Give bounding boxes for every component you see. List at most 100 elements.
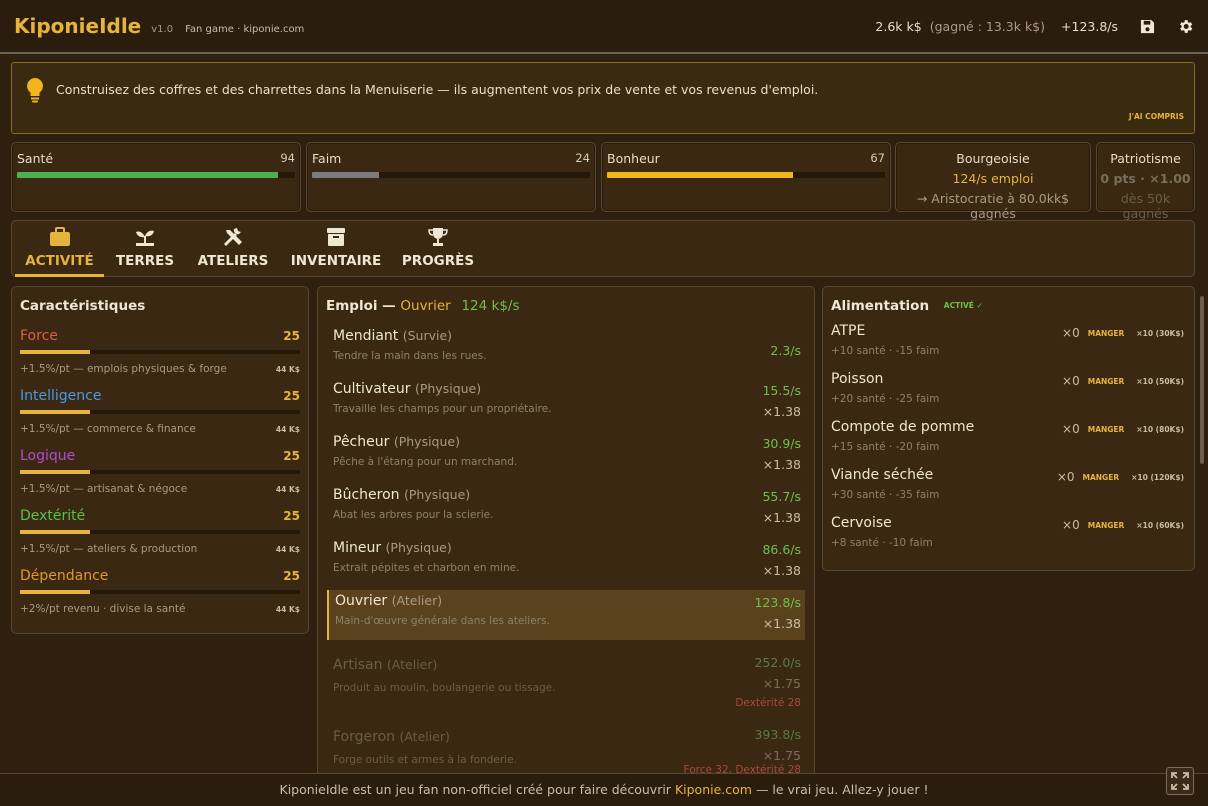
food-quantity: ×0 [1062,326,1080,340]
top-right-stats: 2.6k k$ (gagné : 13.3k k$) +123.8/s [875,17,1194,35]
app-title: KiponieIdle [14,14,142,38]
dismiss-tip-button[interactable]: J'AI COMPRIS [1129,112,1184,121]
carac-bar-fill [20,590,90,594]
carac-upgrade-cost[interactable]: 44 K$ [276,605,300,614]
job-item-locked[interactable]: Artisan (Atelier) Produit au moulin, bou… [327,650,805,718]
eat-button[interactable]: MANGER [1088,377,1125,386]
briefcase-icon [49,227,71,249]
carac-value: 25 [283,509,300,523]
job-category: (Atelier) [399,729,450,744]
carac-force[interactable]: Force 25 +1.5%/pt — emplois physiques & … [20,328,300,388]
job-name: Forgeron [333,729,396,745]
buy-button[interactable]: ×10 (50K$) [1136,377,1184,386]
page-scrollbar[interactable] [1200,296,1204,464]
tab-terres[interactable]: TERRES [110,221,180,277]
job-name: Bûcheron [333,487,400,503]
food-quantity: ×0 [1062,518,1080,532]
food-item: Compote de pomme +15 santé · -20 faim ×0… [831,419,1184,467]
carac-upgrade-cost[interactable]: 44 K$ [276,485,300,494]
class-stat: Bourgeoisie 124/s emploi → Aristocratie … [895,142,1091,221]
food-effect: +15 santé · -20 faim [831,441,940,453]
carac-dexterite[interactable]: Dextérité 25 +1.5%/pt — ateliers & produ… [20,508,300,568]
kiponie-link[interactable]: Kiponie.com [675,782,752,797]
job-requirement: Dextérité 28 [735,697,801,709]
eat-button[interactable]: MANGER [1088,425,1125,434]
carac-logique[interactable]: Logique 25 +1.5%/pt — artisanat & négoce… [20,448,300,508]
food-name: ATPE [831,323,866,339]
food-status-badge: ACTIVÉ ✓ [943,301,983,310]
job-name: Cultivateur [333,381,411,397]
happiness-stat: Bonheur 67 [601,142,891,212]
job-name: Artisan [333,657,383,673]
hunger-bar [312,172,590,178]
jobs-title: Emploi — Ouvrier 124 k$/s [326,298,520,314]
carac-dependance[interactable]: Dépendance 25 +2%/pt revenu · divise la … [20,568,300,628]
job-item[interactable]: Pêcheur (Physique) Pêche à l'étang pour … [327,431,805,481]
job-multiplier: ×1.38 [762,457,801,472]
carac-upgrade-cost[interactable]: 44 K$ [276,425,300,434]
tab-activite[interactable]: ACTIVITÉ [15,221,104,277]
job-multiplier: ×1.38 [762,510,801,525]
job-desc: Pêche à l'étang pour un marchand. [333,456,518,468]
tab-terres-label: TERRES [115,253,175,269]
eat-button[interactable]: MANGER [1083,473,1120,482]
trophy-icon [427,227,449,249]
food-quantity: ×0 [1056,470,1075,484]
job-desc: Main-d'œuvre générale dans les ateliers. [335,615,550,627]
job-item[interactable]: Cultivateur (Physique) Travaille les cha… [327,378,805,428]
job-item-locked[interactable]: Forgeron (Atelier) Forge outils et armes… [327,722,805,773]
job-item[interactable]: Mineur (Physique) Extrait pépites et cha… [327,537,805,587]
food-item: Viande séchée +30 santé · -35 faim ×0 MA… [831,467,1184,515]
job-desc: Extrait pépites et charbon en mine. [333,562,520,574]
job-rate: 2.3/s [770,343,801,358]
buy-button[interactable]: ×10 (120K$) [1131,473,1184,482]
job-item-selected[interactable]: Ouvrier (Atelier) Main-d'œuvre générale … [327,590,805,640]
buy-button[interactable]: ×10 (60K$) [1136,521,1184,530]
job-rate: 252.0/s [754,655,801,670]
patriotism-points: 0 pts · ×1.00 [1100,171,1191,186]
food-effect: +20 santé · -25 faim [831,393,940,405]
buy-button[interactable]: ×10 (30K$) [1136,329,1184,338]
carac-desc: +1.5%/pt — emplois physiques & forge [20,363,227,375]
sprout-icon [134,227,156,249]
carac-value: 25 [283,329,300,343]
job-name: Ouvrier [335,593,388,609]
job-multiplier: ×1.75 [762,748,801,763]
tab-ateliers[interactable]: ATELIERS [194,221,272,277]
patriotism-title: Patriotisme [1110,151,1181,166]
carac-intelligence[interactable]: Intelligence 25 +1.5%/pt — commerce & fi… [20,388,300,448]
carac-desc: +2%/pt revenu · divise la santé [20,603,186,615]
carac-upgrade-cost[interactable]: 44 K$ [276,365,300,374]
hunger-value: 24 [575,151,590,165]
gear-icon[interactable] [1176,17,1194,35]
food-name: Compote de pomme [831,419,975,435]
job-rate: 86.6/s [762,542,801,557]
carac-desc: +1.5%/pt — artisanat & négoce [20,483,188,495]
job-category: (Physique) [393,434,460,449]
happiness-bar-fill [607,172,794,178]
app-tagline: Fan game · kiponie.com [185,23,305,35]
food-name: Poisson [831,371,884,387]
happiness-label: Bonheur [607,151,660,166]
buy-button[interactable]: ×10 (80K$) [1136,425,1184,434]
carac-upgrade-cost[interactable]: 44 K$ [276,545,300,554]
tab-inventaire[interactable]: INVENTAIRE [290,221,382,277]
food-name: Cervoise [831,515,892,531]
save-icon[interactable] [1138,17,1156,35]
carac-bar-fill [20,350,90,354]
job-rate: 55.7/s [762,489,801,504]
tools-icon [222,227,244,249]
job-item[interactable]: Bûcheron (Physique) Abat les arbres pour… [327,484,805,534]
eat-button[interactable]: MANGER [1088,329,1125,338]
jobs-title-prefix: Emploi — [326,298,396,314]
job-category: (Physique) [385,540,452,555]
health-bar [17,172,295,178]
food-effect: +10 santé · -15 faim [831,345,940,357]
fullscreen-icon[interactable] [1166,767,1194,795]
top-bar: KiponieIdle v1.0 Fan game · kiponie.com … [0,0,1208,54]
eat-button[interactable]: MANGER [1088,521,1125,530]
lightbulb-icon [24,77,46,107]
job-item[interactable]: Mendiant (Survie) Tendre la main dans le… [327,325,805,375]
carac-value: 25 [283,569,300,583]
tab-progres[interactable]: PROGRÈS [400,221,476,277]
